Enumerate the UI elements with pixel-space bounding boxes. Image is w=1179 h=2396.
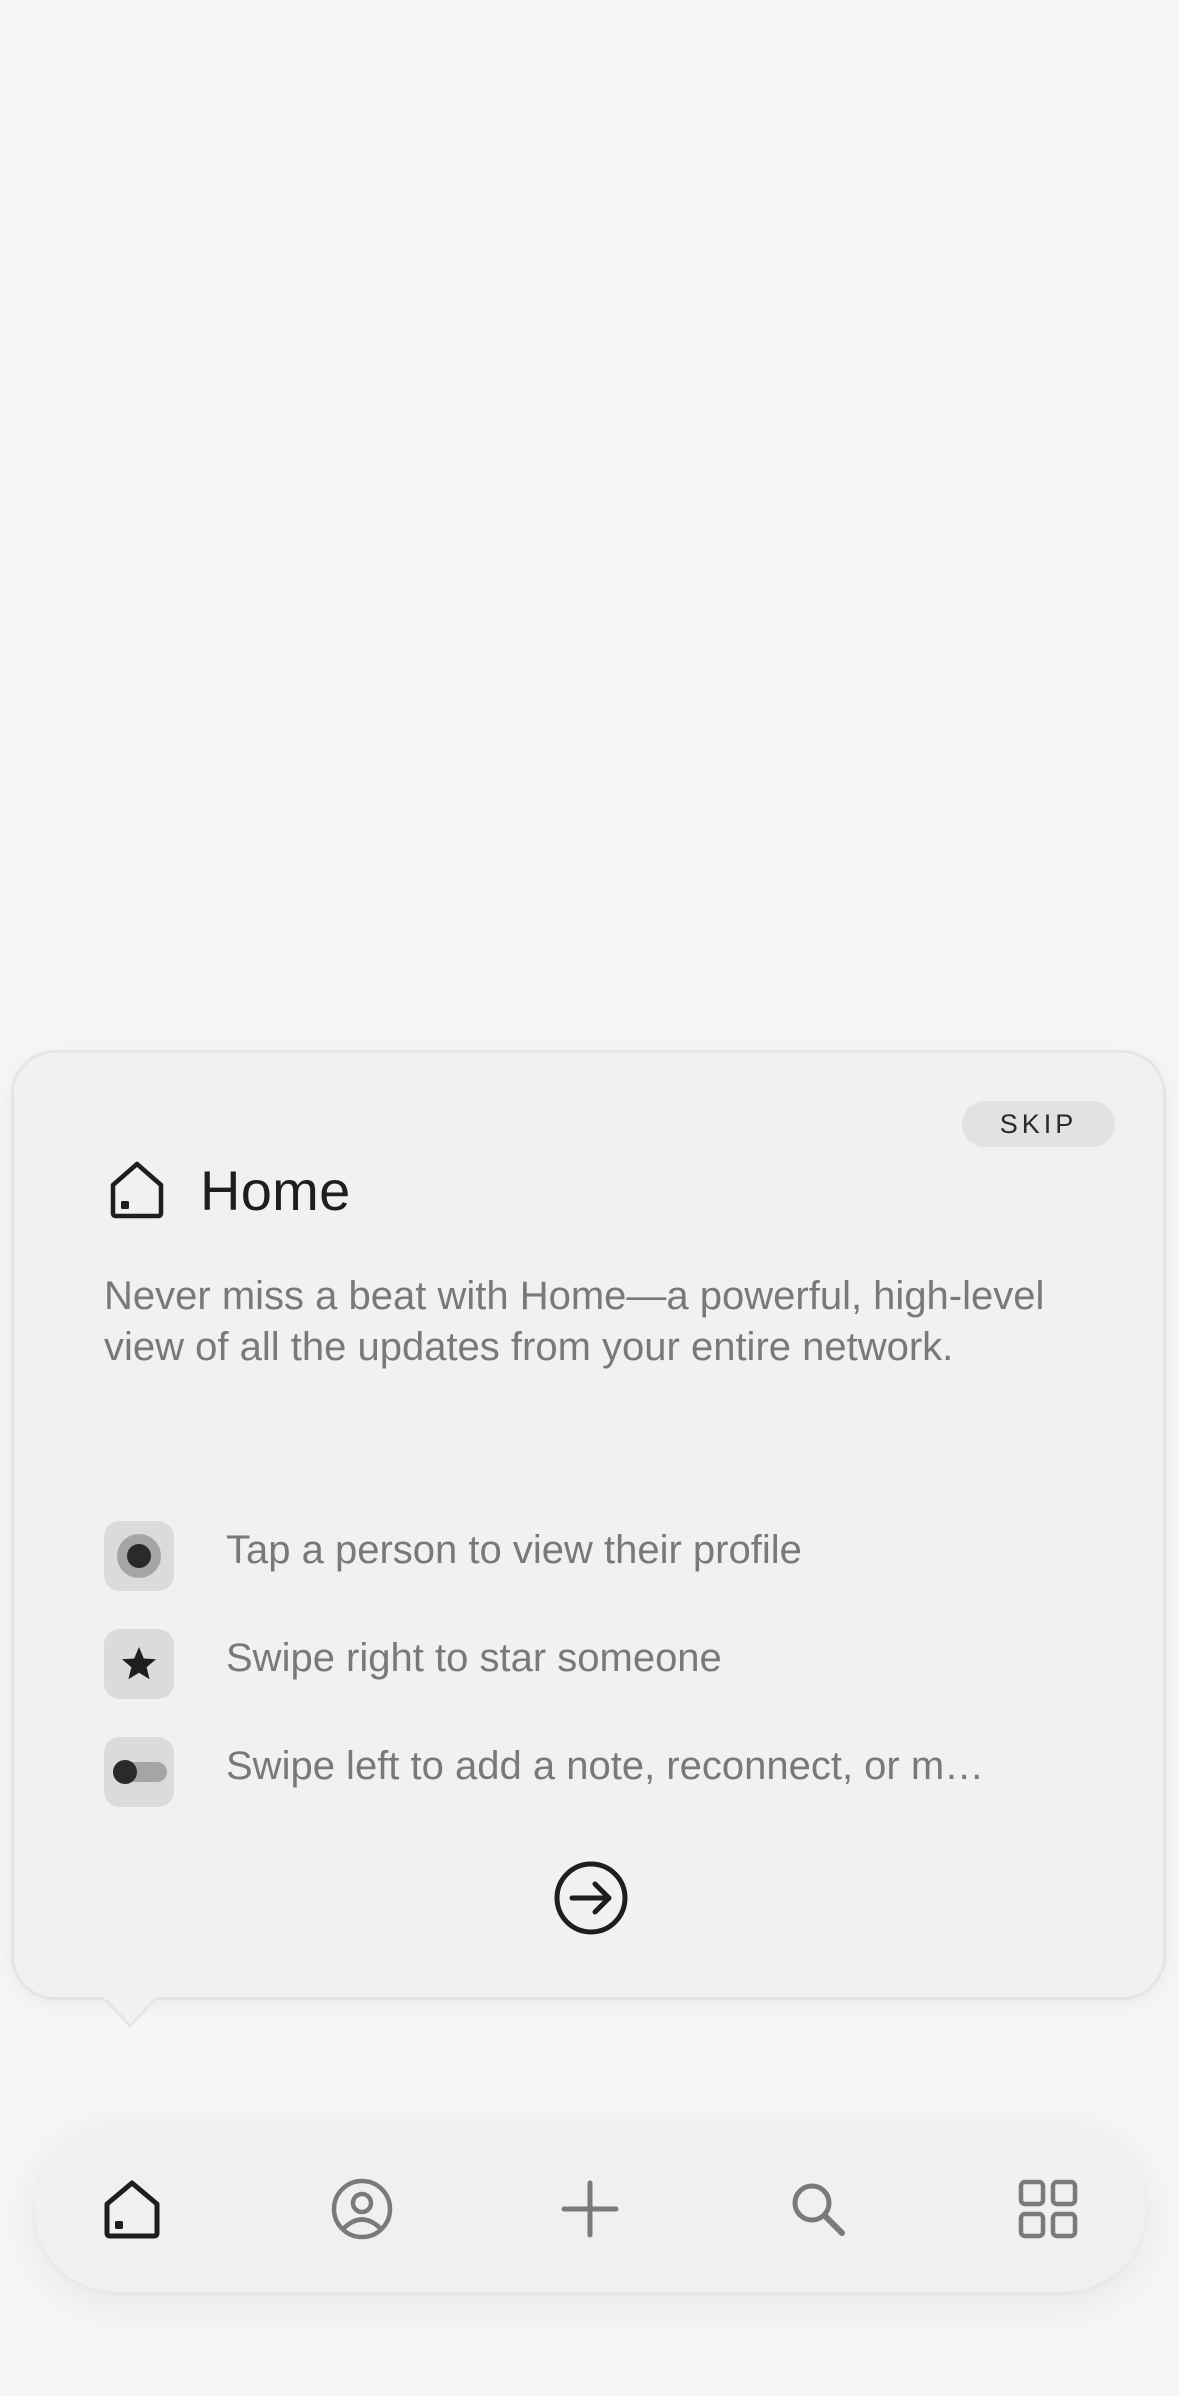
tab-home[interactable] [94,2171,170,2247]
tab-add[interactable] [552,2171,628,2247]
home-icon [110,1161,164,1219]
profile-icon [331,2178,393,2240]
screen: SKIP Home Never miss a beat with Home—a … [0,0,1179,2396]
list-item: Tap a person to view their profile [104,1521,1094,1591]
next-button[interactable] [552,1859,630,1937]
plus-icon [561,2180,619,2238]
arrow-right-circle-icon [554,1861,628,1935]
skip-button[interactable]: SKIP [962,1101,1115,1147]
tip-label: Swipe left to add a note, reconnect, or … [226,1743,985,1788]
tap-dot-icon [104,1521,174,1591]
tab-profile[interactable] [324,2171,400,2247]
tab-more[interactable] [1010,2171,1086,2247]
search-icon [792,2183,845,2236]
tip-label: Swipe right to star someone [226,1635,722,1680]
grid-icon [1018,2179,1078,2239]
home-icon [104,2180,160,2239]
tooltip-header: Home [104,1157,351,1223]
tooltip-description: Never miss a beat with Home—a powerful, … [104,1274,1045,1369]
list-item: Swipe left to add a note, reconnect, or … [104,1737,1094,1807]
toggle-icon [104,1737,174,1807]
content-area [0,0,1179,1040]
bottom-tab-bar [34,2126,1146,2292]
onboarding-tooltip: SKIP Home Never miss a beat with Home—a … [11,1050,1166,2000]
star-icon [104,1629,174,1699]
tips-list: Tap a person to view their profile Swipe… [104,1521,1094,1845]
tab-search[interactable] [780,2171,856,2247]
list-item: Swipe right to star someone [104,1629,1094,1699]
tooltip-title: Home [200,1158,351,1222]
tip-label: Tap a person to view their profile [226,1527,802,1572]
